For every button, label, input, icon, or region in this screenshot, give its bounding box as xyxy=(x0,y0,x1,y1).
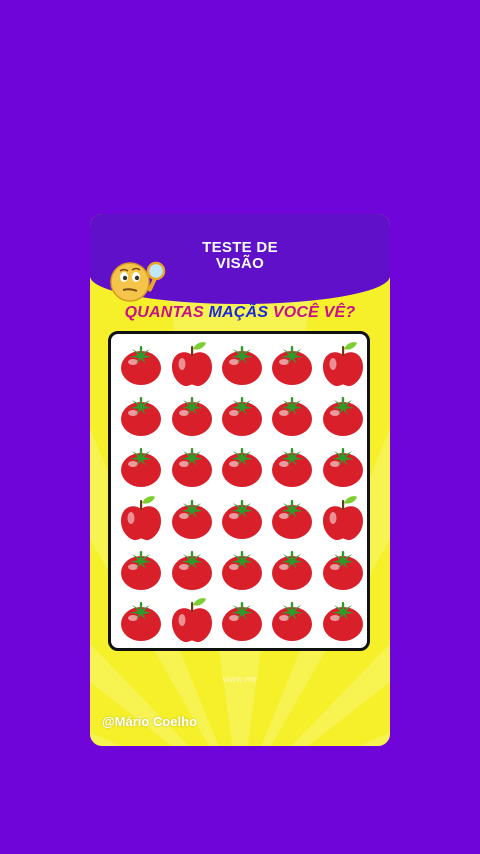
apple-icon xyxy=(318,338,368,389)
apple-icon xyxy=(318,492,368,543)
tomato-icon xyxy=(217,492,267,543)
tomato-icon xyxy=(217,441,267,492)
tomato-icon xyxy=(217,595,267,646)
tomato-icon xyxy=(267,389,317,440)
question-part-2: MAÇÃS xyxy=(208,304,269,321)
question-part-3: VOCÊ VÊ? xyxy=(268,304,356,321)
tomato-icon xyxy=(116,389,166,440)
tomato-icon xyxy=(318,389,368,440)
puzzle-card: TESTE DE VISÃO QUANTAS MAÇÃS VOCÊ VÊ? ww… xyxy=(90,214,390,746)
question-part-1: QUANTAS xyxy=(124,304,209,321)
question: QUANTAS MAÇÃS VOCÊ VÊ? xyxy=(90,304,390,322)
tomato-icon xyxy=(318,595,368,646)
tomato-icon xyxy=(217,389,267,440)
tomato-icon xyxy=(267,543,317,594)
tomato-icon xyxy=(166,543,216,594)
watermark: www.mtr xyxy=(222,674,258,684)
apple-icon xyxy=(166,338,216,389)
tomato-icon xyxy=(116,543,166,594)
tomato-icon xyxy=(318,543,368,594)
tomato-icon xyxy=(166,492,216,543)
tomato-icon xyxy=(267,441,317,492)
tomato-icon xyxy=(116,441,166,492)
tomato-icon xyxy=(267,492,317,543)
apple-icon xyxy=(166,595,216,646)
tomato-icon xyxy=(116,338,166,389)
tomato-icon xyxy=(166,389,216,440)
author-credit: @Mário Coelho xyxy=(102,714,198,729)
tomato-icon xyxy=(217,543,267,594)
thinking-emoji-icon xyxy=(110,261,166,302)
fruit-grid-frame xyxy=(108,331,370,651)
title-line-1: TESTE DE xyxy=(202,239,278,256)
tomato-icon xyxy=(217,338,267,389)
fruit-grid xyxy=(116,338,368,646)
tomato-icon xyxy=(318,441,368,492)
tomato-icon xyxy=(267,595,317,646)
tomato-icon xyxy=(166,441,216,492)
tomato-icon xyxy=(116,595,166,646)
tomato-icon xyxy=(267,338,317,389)
apple-icon xyxy=(116,492,166,543)
